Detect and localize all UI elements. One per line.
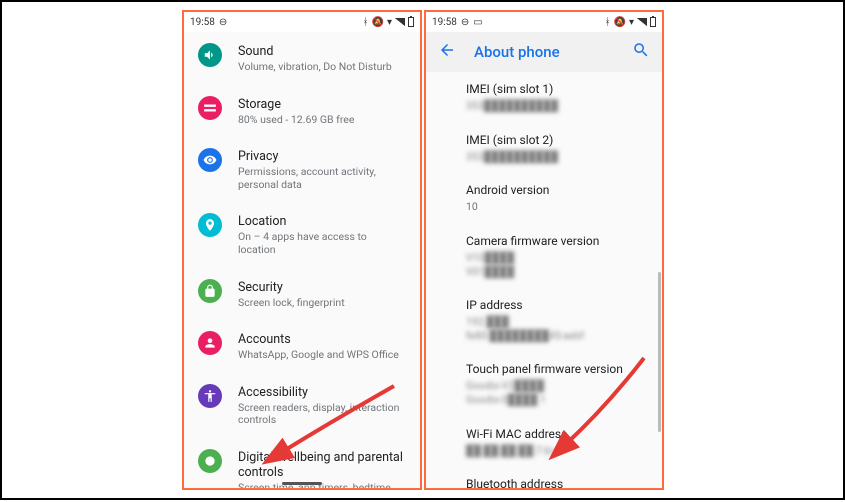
settings-item-accounts[interactable]: Accounts WhatsApp, Google and WPS Office bbox=[184, 320, 420, 373]
settings-item-accessibility[interactable]: Accessibility Screen readers, display, in… bbox=[184, 373, 420, 438]
item-title: Accessibility bbox=[238, 385, 406, 400]
settings-item-location[interactable]: Location On – 4 apps have access to locat… bbox=[184, 202, 420, 267]
settings-list[interactable]: Sound Volume, vibration, Do Not Disturb St… bbox=[184, 32, 420, 488]
storage-icon bbox=[198, 96, 222, 120]
appbar-title: About phone bbox=[474, 43, 632, 61]
settings-item-security[interactable]: Security Screen lock, fingerprint bbox=[184, 268, 420, 321]
item-sub: On – 4 apps have access to location bbox=[238, 231, 406, 256]
item-title: Accounts bbox=[238, 332, 406, 347]
detail-item[interactable]: Camera firmware version V10████V01████ bbox=[466, 224, 662, 288]
bluetooth-icon: ᚼ bbox=[363, 17, 369, 28]
search-icon[interactable] bbox=[632, 41, 650, 63]
status-time: 19:58 bbox=[190, 17, 215, 28]
detail-value: 192.███fe80:████████45:aebf bbox=[466, 315, 648, 342]
status-icons: ᚼ 🔕 ▾ bbox=[363, 17, 414, 28]
detail-item[interactable]: Android version 10 bbox=[466, 173, 662, 224]
location-icon bbox=[198, 213, 222, 237]
detail-item[interactable]: Wi-Fi MAC address ██:██:██:██:7:6c bbox=[466, 417, 662, 468]
item-title: Digital Wellbeing and parental controls bbox=[238, 450, 406, 480]
detail-title: Touch panel firmware version bbox=[466, 362, 648, 376]
screenshot-icon: ▭ bbox=[473, 17, 482, 28]
detail-value: Goodix-V2████Goodix-0████ 1 bbox=[466, 379, 648, 406]
settings-item-digital-wellbeing-and-parental-controls[interactable]: Digital Wellbeing and parental controls S… bbox=[184, 438, 420, 488]
item-title: Security bbox=[238, 280, 406, 295]
detail-item[interactable]: IMEI (sim slot 1) 353██████████ bbox=[466, 72, 662, 123]
nav-pill[interactable] bbox=[282, 482, 322, 485]
item-title: Location bbox=[238, 214, 406, 229]
item-sub: Screen lock, fingerprint bbox=[238, 297, 406, 310]
detail-item[interactable]: IP address 192.███fe80:████████45:aebf bbox=[466, 288, 662, 352]
item-sub: Volume, vibration, Do Not Disturb bbox=[238, 61, 406, 74]
status-time: 19:58 bbox=[432, 17, 457, 28]
security-icon bbox=[198, 279, 222, 303]
detail-item[interactable]: IMEI (sim slot 2) 353██████████ bbox=[466, 123, 662, 174]
detail-title: Camera firmware version bbox=[466, 234, 648, 248]
statusbar: 19:58 ⊖ ᚼ 🔕 ▾ bbox=[184, 12, 420, 32]
detail-title: Wi-Fi MAC address bbox=[466, 427, 648, 441]
item-sub: WhatsApp, Google and WPS Office bbox=[238, 349, 406, 362]
detail-value: 353██████████ bbox=[466, 150, 648, 164]
mute-icon: 🔕 bbox=[614, 17, 626, 28]
item-sub: Screen readers, display, interaction con… bbox=[238, 402, 406, 427]
bluetooth-icon: ᚼ bbox=[605, 17, 611, 28]
back-icon[interactable] bbox=[438, 41, 456, 63]
detail-title: IMEI (sim slot 2) bbox=[466, 133, 648, 147]
digital-icon bbox=[198, 449, 222, 473]
battery-icon bbox=[408, 17, 414, 27]
wifi-icon: ▾ bbox=[387, 17, 392, 28]
sound-icon bbox=[198, 43, 222, 67]
item-title: Storage bbox=[238, 97, 406, 112]
statusbar: 19:58 ⊖ ▭ ᚼ 🔕 ▾ bbox=[426, 12, 662, 32]
battery-icon bbox=[650, 17, 656, 27]
detail-value: 353██████████ bbox=[466, 99, 648, 113]
privacy-icon bbox=[198, 148, 222, 172]
detail-value: 10 bbox=[466, 200, 648, 214]
do-not-disturb-icon: ⊖ bbox=[219, 17, 227, 28]
item-sub: Screen time, app timers, bedtime schedul… bbox=[238, 482, 406, 488]
settings-item-storage[interactable]: Storage 80% used - 12.69 GB free bbox=[184, 85, 420, 138]
detail-title: Bluetooth address bbox=[466, 477, 648, 488]
mute-icon: 🔕 bbox=[372, 17, 384, 28]
item-title: Privacy bbox=[238, 149, 406, 164]
detail-item[interactable]: Touch panel firmware version Goodix-V2███… bbox=[466, 352, 662, 416]
accounts-icon bbox=[198, 331, 222, 355]
settings-item-sound[interactable]: Sound Volume, vibration, Do Not Disturb bbox=[184, 32, 420, 85]
phone-left: 19:58 ⊖ ᚼ 🔕 ▾ Sound Volume, vibration, Do… bbox=[182, 10, 422, 490]
wifi-icon: ▾ bbox=[629, 17, 634, 28]
detail-value: ██:██:██:██:7:6c bbox=[466, 444, 648, 458]
item-sub: 80% used - 12.69 GB free bbox=[238, 114, 406, 127]
detail-item[interactable]: Bluetooth address██:██:██:██:8a:2c bbox=[466, 467, 662, 488]
item-sub: Permissions, account activity, personal … bbox=[238, 166, 406, 191]
accessibility-icon bbox=[198, 384, 222, 408]
detail-title: IMEI (sim slot 1) bbox=[466, 82, 648, 96]
scrollbar[interactable] bbox=[658, 272, 661, 432]
appbar: About phone bbox=[426, 32, 662, 72]
settings-item-privacy[interactable]: Privacy Permissions, account activity, pe… bbox=[184, 137, 420, 202]
signal-icon bbox=[395, 18, 405, 26]
detail-title: IP address bbox=[466, 298, 648, 312]
about-list[interactable]: IMEI (sim slot 1)353██████████IMEI (sim … bbox=[426, 72, 662, 488]
status-icons: ᚼ 🔕 ▾ bbox=[605, 17, 656, 28]
do-not-disturb-icon: ⊖ bbox=[461, 17, 469, 28]
detail-value: V10████V01████ bbox=[466, 251, 648, 278]
phone-right: 19:58 ⊖ ▭ ᚼ 🔕 ▾ About phone IMEI (sim sl… bbox=[424, 10, 664, 490]
item-title: Sound bbox=[238, 44, 406, 59]
detail-title: Android version bbox=[466, 183, 648, 197]
signal-icon bbox=[637, 18, 647, 26]
